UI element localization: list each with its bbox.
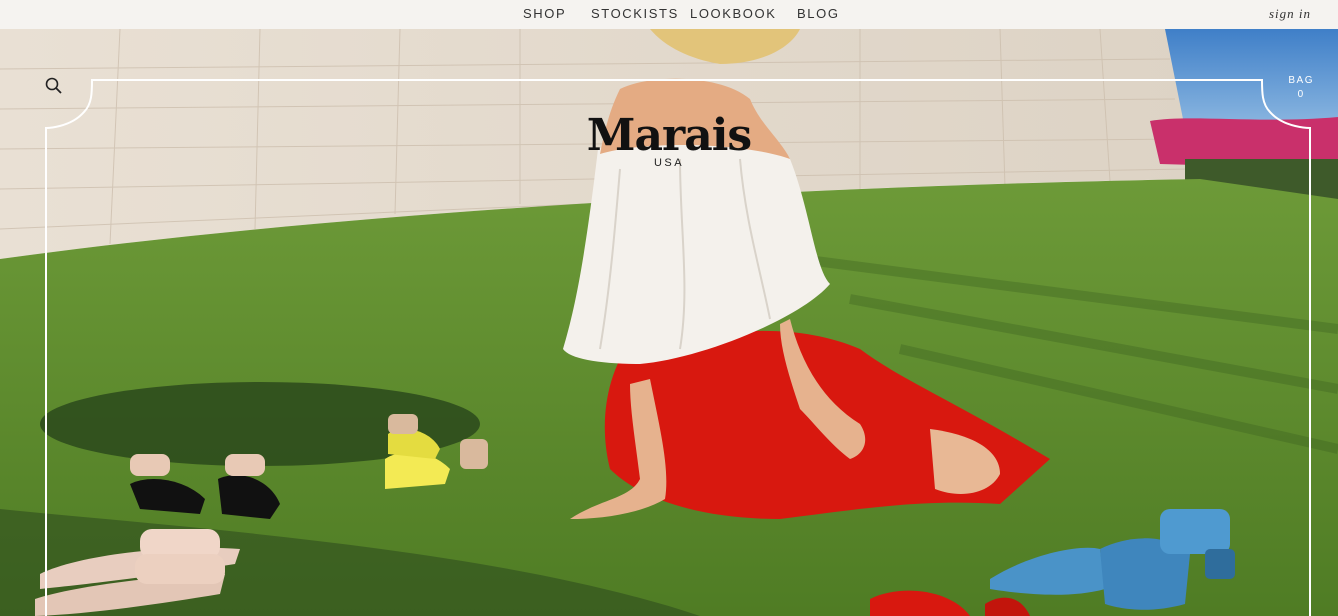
brand-logo[interactable]: Marais USA [569,110,769,170]
nav-lookbook[interactable]: LOOKBOOK [690,6,777,21]
search-icon [45,77,62,94]
bag-count: 0 [1297,89,1305,100]
search-button[interactable] [44,76,64,96]
top-nav-bar: SHOP STOCKISTS LOOKBOOK BLOG sign in [0,0,1338,29]
brand-name: Marais [586,110,752,161]
nav-blog[interactable]: BLOG [797,6,840,21]
main-nav: SHOP STOCKISTS LOOKBOOK BLOG [0,0,1338,29]
bag-button[interactable]: BAG 0 [1288,74,1314,102]
sign-in-link[interactable]: sign in [1269,6,1311,22]
nav-shop[interactable]: SHOP [523,6,566,21]
nav-stockists[interactable]: STOCKISTS [591,6,679,21]
bag-label: BAG [1288,75,1314,86]
